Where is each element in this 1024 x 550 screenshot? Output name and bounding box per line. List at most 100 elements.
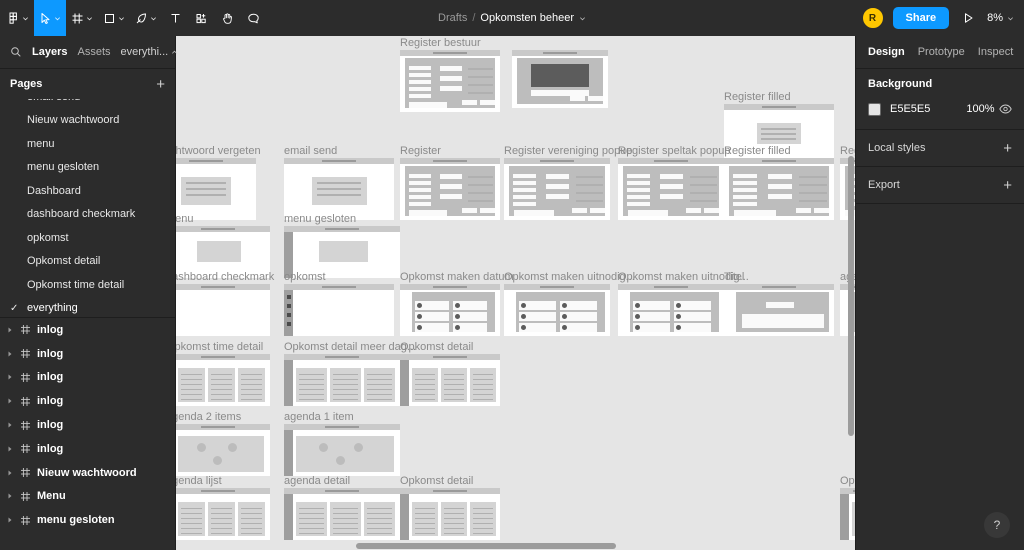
canvas-frame[interactable]: Opkomst time detail xyxy=(176,341,270,406)
expand-arrow-icon[interactable] xyxy=(6,445,14,453)
page-item[interactable]: menu gesloten xyxy=(0,156,175,180)
frame-label[interactable]: agenda 2 items xyxy=(176,411,241,424)
text-tool-button[interactable] xyxy=(162,0,188,36)
frame-label[interactable]: menu gesloten xyxy=(284,213,356,226)
page-item[interactable]: Nieuw wachtwoord xyxy=(0,109,175,133)
canvas-frame[interactable]: Opk xyxy=(840,475,855,540)
canvas-frame[interactable]: Opkomst detail xyxy=(400,341,500,406)
layer-item[interactable]: inlog xyxy=(0,318,175,342)
share-button[interactable]: Share xyxy=(892,7,950,29)
layers-list[interactable]: inlog inlog inlog inlog inlog inlog Nieuw wach… xyxy=(0,318,175,550)
figma-menu-button[interactable] xyxy=(2,0,34,36)
expand-arrow-icon[interactable] xyxy=(6,469,14,477)
canvas-vertical-scrollbar[interactable] xyxy=(848,156,854,436)
canvas-frame[interactable]: Opkomst detail meer dag... xyxy=(284,341,416,406)
frame-label[interactable]: Register filled xyxy=(724,91,791,104)
layer-item[interactable]: inlog xyxy=(0,413,175,437)
hand-tool-button[interactable] xyxy=(214,0,240,36)
frame-label[interactable]: menu xyxy=(176,213,194,226)
frame-label[interactable]: Register bestuur xyxy=(400,37,481,50)
color-swatch[interactable] xyxy=(868,102,881,116)
frame-label[interactable]: Register speltak popup xyxy=(618,145,731,158)
canvas-frame[interactable]: email send xyxy=(284,145,394,220)
frame-label[interactable]: email send xyxy=(284,145,337,158)
tab-layers[interactable]: Layers xyxy=(32,46,67,58)
visibility-toggle[interactable] xyxy=(999,104,1012,114)
canvas-frame[interactable]: Opkomst maken datum xyxy=(400,271,514,336)
layer-item[interactable]: inlog xyxy=(0,342,175,366)
chevron-down-icon[interactable] xyxy=(579,15,586,22)
frame-label[interactable]: Register filled xyxy=(724,145,791,158)
canvas-frame[interactable]: wachtwoord vergeten xyxy=(176,145,261,220)
expand-arrow-icon[interactable] xyxy=(6,397,14,405)
tab-design[interactable]: Design xyxy=(868,46,905,58)
expand-arrow-icon[interactable] xyxy=(6,421,14,429)
expand-arrow-icon[interactable] xyxy=(6,492,14,500)
search-icon[interactable] xyxy=(10,46,22,58)
zoom-control[interactable]: 8% xyxy=(987,12,1016,24)
add-page-button[interactable]: + xyxy=(156,77,165,92)
canvas-horizontal-scrollbar[interactable] xyxy=(356,543,616,549)
tab-prototype[interactable]: Prototype xyxy=(918,46,965,58)
layer-item[interactable]: inlog xyxy=(0,366,175,390)
pen-tool-button[interactable] xyxy=(130,0,162,36)
layer-item[interactable]: Menu xyxy=(0,485,175,509)
page-item[interactable]: Dashboard xyxy=(0,179,175,203)
expand-arrow-icon[interactable] xyxy=(6,350,14,358)
canvas-frame[interactable]: Register speltak popup xyxy=(618,145,731,220)
canvas-frame[interactable] xyxy=(512,50,608,108)
breadcrumb-parent[interactable]: Drafts xyxy=(438,12,467,24)
breadcrumb-file-title[interactable]: Opkomsten beheer xyxy=(480,12,574,24)
frame-label[interactable]: Titel xyxy=(724,271,744,284)
canvas-frame[interactable]: Opkomst detail xyxy=(400,475,500,540)
frame-label[interactable]: opkomst xyxy=(284,271,326,284)
frame-label[interactable]: Register vereniging popup xyxy=(504,145,632,158)
file-name-selector[interactable]: everythi... xyxy=(121,46,179,58)
page-item[interactable]: Opkomst detail xyxy=(0,250,175,274)
move-tool-button[interactable] xyxy=(34,0,66,36)
canvas-frame[interactable]: agenda 2 items xyxy=(176,411,270,476)
canvas-frame[interactable]: Opkomst maken uitnodig... xyxy=(618,271,749,336)
canvas-frame[interactable]: Opkomst maken uitnodig... xyxy=(504,271,635,336)
layer-item[interactable]: inlog xyxy=(0,437,175,461)
help-button[interactable]: ? xyxy=(984,512,1010,538)
canvas-frame[interactable]: Register filled xyxy=(724,145,834,220)
page-item[interactable]: Opkomst time detail xyxy=(0,273,175,297)
add-local-style-button[interactable]: + xyxy=(1003,141,1012,156)
page-item[interactable]: email send xyxy=(0,99,175,109)
expand-arrow-icon[interactable] xyxy=(6,516,14,524)
canvas-viewport[interactable]: Register bestuur Register filled wachtwoor… xyxy=(176,36,855,550)
canvas-frame[interactable]: agenda 1 item xyxy=(284,411,400,476)
background-opacity-value[interactable]: 100% xyxy=(966,103,994,115)
canvas-frame[interactable]: Register bestuur xyxy=(400,37,500,112)
tab-assets[interactable]: Assets xyxy=(77,46,110,58)
frame-label[interactable]: Opkomst detail xyxy=(400,475,473,488)
canvas-frame[interactable]: opkomst xyxy=(284,271,394,336)
add-export-button[interactable]: + xyxy=(1003,178,1012,193)
canvas-frame[interactable]: dashboard checkmark xyxy=(176,271,274,336)
page-item[interactable]: dashboard checkmark xyxy=(0,203,175,227)
frame-label[interactable]: Register xyxy=(400,145,441,158)
expand-arrow-icon[interactable] xyxy=(6,373,14,381)
shape-tool-button[interactable] xyxy=(98,0,130,36)
frame-label[interactable]: Opkomst time detail xyxy=(176,341,263,354)
background-hex-value[interactable]: E5E5E5 xyxy=(890,103,930,115)
expand-arrow-icon[interactable] xyxy=(6,326,14,334)
frame-tool-button[interactable] xyxy=(66,0,98,36)
frame-label[interactable]: agenda 1 item xyxy=(284,411,354,424)
frame-label[interactable]: agenda detail xyxy=(284,475,350,488)
present-button[interactable] xyxy=(958,6,978,30)
frame-label[interactable]: Opkomst maken uitnodig... xyxy=(504,271,635,284)
layer-item[interactable]: menu gesloten xyxy=(0,508,175,532)
canvas-frame[interactable]: Register xyxy=(400,145,500,220)
frame-label[interactable]: Opk xyxy=(840,475,855,488)
layer-item[interactable]: Nieuw wachtwoord xyxy=(0,461,175,485)
canvas-frame[interactable]: agenda detail xyxy=(284,475,400,540)
canvas-frame[interactable]: agenda lijst xyxy=(176,475,270,540)
frame-label[interactable]: Opkomst maken datum xyxy=(400,271,514,284)
comment-tool-button[interactable] xyxy=(240,0,266,36)
frame-label[interactable]: agenda lijst xyxy=(176,475,222,488)
page-item[interactable]: opkomst xyxy=(0,226,175,250)
frame-label[interactable]: wachtwoord vergeten xyxy=(176,145,261,158)
frame-label[interactable]: dashboard checkmark xyxy=(176,271,274,284)
